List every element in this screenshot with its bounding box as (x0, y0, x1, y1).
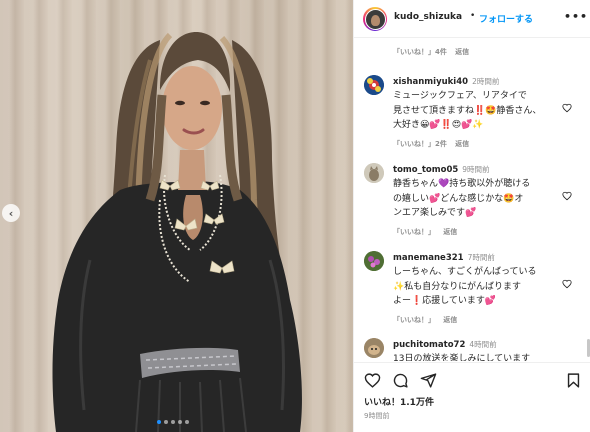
comment-body: puchitomato72 4時間前 13日の放送を楽しみにしています (393, 338, 558, 361)
previous-comment-meta: 「いいね！」4件 返信 (393, 47, 475, 57)
more-icon[interactable]: ••• (564, 10, 588, 23)
heart-icon[interactable] (562, 103, 572, 113)
comment-like-count[interactable]: 「いいね！」2件 (393, 140, 447, 148)
comment-line: 大好き😀💕‼️😍💕✨ (393, 120, 484, 130)
heart-icon[interactable] (562, 191, 572, 201)
comment-line: 13日の放送を楽しみにしています (393, 354, 531, 361)
chevron-left-icon[interactable]: ‹ (2, 204, 20, 222)
comment-like-label[interactable]: 「いいね！」 (393, 228, 435, 236)
post-actions: いいね！1.1万件 9時間前 (354, 362, 590, 432)
header-separator: • (470, 11, 476, 21)
comment-time[interactable]: 2時間前 (472, 77, 499, 86)
post-timestamp[interactable]: 9時間前 (364, 411, 389, 421)
comment-line: の嬉しい💕どんな感じかな🤩オ (393, 193, 524, 204)
comment-body: xishanmiyuki40 2時間前 ミュージックフェア、リアタイで 見させて頂… (393, 75, 558, 151)
cat-avatar-image (364, 163, 384, 183)
carousel-dot (185, 420, 189, 424)
comment-meta: 「いいね！」 返信 (393, 314, 558, 327)
comment-line: 静香ちゃん💜持ち歌以外が聴ける (393, 179, 531, 189)
share-icon[interactable] (420, 372, 437, 389)
comment-username[interactable]: manemane321 (393, 253, 464, 263)
comment-username[interactable]: puchitomato72 (393, 340, 465, 350)
bookmark-icon[interactable] (565, 372, 582, 389)
comment-username[interactable]: tomo_tomo05 (393, 165, 458, 175)
comment-body: manemane321 7時間前 しーちゃん、すごくがんばっている ✨私も自分なり… (393, 251, 558, 327)
comment-line: ✨私も自分なりにがんばります (393, 281, 522, 292)
author-username[interactable]: kudo_shizuka (394, 12, 462, 22)
carousel-dot (171, 420, 175, 424)
comment-body: tomo_tomo05 9時間前 静香ちゃん💜持ち歌以外が聴ける の嬉しい💕どんな… (393, 163, 558, 239)
dog-avatar-image (364, 338, 384, 358)
commenter-avatar[interactable] (364, 163, 384, 183)
follow-button[interactable]: フォローする (479, 12, 533, 25)
carousel-dot (157, 420, 161, 424)
reply-button[interactable]: 返信 (455, 140, 469, 148)
post-photo[interactable]: ‹ (0, 0, 353, 432)
comment-username[interactable]: xishanmiyuki40 (393, 77, 468, 87)
post-like-count[interactable]: いいね！1.1万件 (364, 395, 434, 408)
portrait-illustration (52, 32, 302, 432)
comment-line: ミュージックフェア、リアタイで (393, 91, 527, 101)
reply-button[interactable]: 返信 (443, 316, 457, 324)
comments-list[interactable]: 「いいね！」4件 返信 xishanmiyuki40 2時間前 ミュージックフェア… (354, 39, 590, 361)
commenter-avatar[interactable] (364, 338, 384, 358)
comment-meta: 「いいね！」 返信 (393, 226, 558, 239)
comment-line: ンエア楽しみです💕 (393, 208, 477, 218)
commenter-avatar[interactable] (364, 75, 384, 95)
commenter-avatar[interactable] (364, 251, 384, 271)
comment-line: 見させて頂きますね‼️🤩静香さん、 (393, 105, 542, 116)
comment-time[interactable]: 4時間前 (469, 340, 496, 349)
author-avatar[interactable] (363, 7, 387, 31)
carousel-dots (157, 420, 189, 424)
heart-icon[interactable] (562, 279, 572, 289)
comment-meta: 「いいね！」2件 返信 (393, 138, 558, 151)
post-header: kudo_shizuka • フォローする ••• (354, 0, 590, 38)
comment-line: しーちゃん、すごくがんばっている (393, 267, 537, 277)
comment-icon[interactable] (392, 372, 409, 389)
garden-avatar-image (364, 251, 384, 271)
reply-button[interactable]: 返信 (443, 228, 457, 236)
comment-like-count[interactable]: 「いいね！」4件 (393, 48, 447, 56)
comment-time[interactable]: 7時間前 (468, 253, 495, 262)
reply-button[interactable]: 返信 (455, 48, 469, 56)
comment-like-label[interactable]: 「いいね！」 (393, 316, 435, 324)
heart-icon[interactable] (364, 372, 381, 389)
comment-line: よー❗応援しています💕 (393, 296, 497, 306)
carousel-dot (164, 420, 168, 424)
comment-time[interactable]: 9時間前 (462, 165, 489, 174)
post-sidebar: kudo_shizuka • フォローする ••• 「いいね！」4件 返信 xi… (353, 0, 590, 432)
carousel-dot (178, 420, 182, 424)
flower-avatar-image (364, 75, 384, 95)
